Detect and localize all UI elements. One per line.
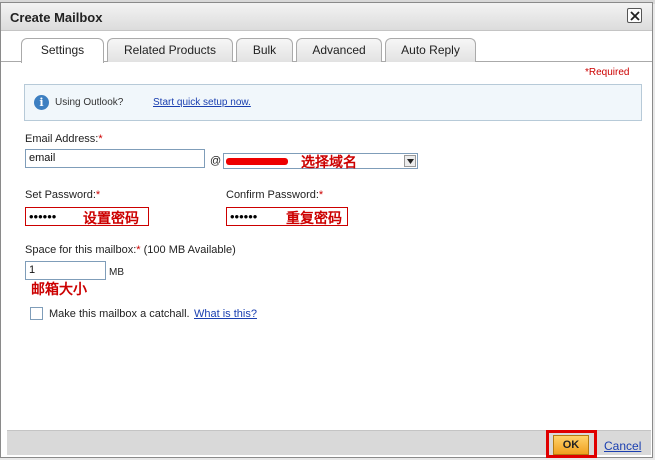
chevron-down-icon: [407, 159, 414, 164]
at-symbol: @: [210, 155, 222, 167]
space-annotation: 邮箱大小: [31, 282, 87, 298]
confirm-password-value: ••••••: [230, 209, 258, 224]
catchall-label: Make this mailbox a catchall.: [49, 308, 190, 320]
tab-bulk[interactable]: Bulk: [236, 38, 293, 62]
ok-button[interactable]: OK: [553, 435, 589, 455]
tab-auto-reply[interactable]: Auto Reply: [385, 38, 476, 62]
catchall-checkbox[interactable]: [30, 307, 43, 320]
space-field[interactable]: 1: [25, 261, 106, 280]
domain-dropdown-button[interactable]: [404, 155, 416, 167]
tab-related-products[interactable]: Related Products: [107, 38, 233, 62]
info-icon: i: [34, 95, 49, 110]
space-label: Space for this mailbox:* (100 MB Availab…: [25, 244, 236, 256]
tab-advanced[interactable]: Advanced: [296, 38, 382, 62]
set-password-value: ••••••: [29, 209, 57, 224]
close-button[interactable]: [627, 8, 642, 23]
required-note: *Required: [585, 67, 630, 78]
redacted-domain: [226, 158, 288, 165]
info-text: Using Outlook?: [55, 97, 124, 108]
set-password-annotation: 设置密码: [83, 211, 139, 227]
domain-annotation: 选择域名: [301, 155, 357, 171]
tab-settings[interactable]: Settings: [21, 38, 104, 63]
space-unit: MB: [109, 267, 124, 278]
create-mailbox-dialog: Create Mailbox Settings Related Products…: [0, 2, 653, 458]
info-box: i Using Outlook? Start quick setup now.: [24, 84, 642, 121]
email-field[interactable]: email: [25, 149, 205, 168]
set-password-label: Set Password:*: [25, 189, 101, 201]
confirm-password-annotation: 重复密码: [286, 211, 342, 227]
tab-bar: Settings Related Products Bulk Advanced …: [1, 38, 652, 63]
quick-setup-link[interactable]: Start quick setup now.: [153, 97, 251, 108]
email-label: Email Address:*: [25, 133, 103, 145]
what-is-this-link[interactable]: What is this?: [194, 308, 257, 320]
dialog-titlebar: Create Mailbox: [1, 3, 652, 31]
cancel-link[interactable]: Cancel: [604, 439, 641, 453]
dialog-title: Create Mailbox: [10, 10, 103, 25]
close-icon: [630, 11, 640, 21]
confirm-password-label: Confirm Password:*: [226, 189, 324, 201]
